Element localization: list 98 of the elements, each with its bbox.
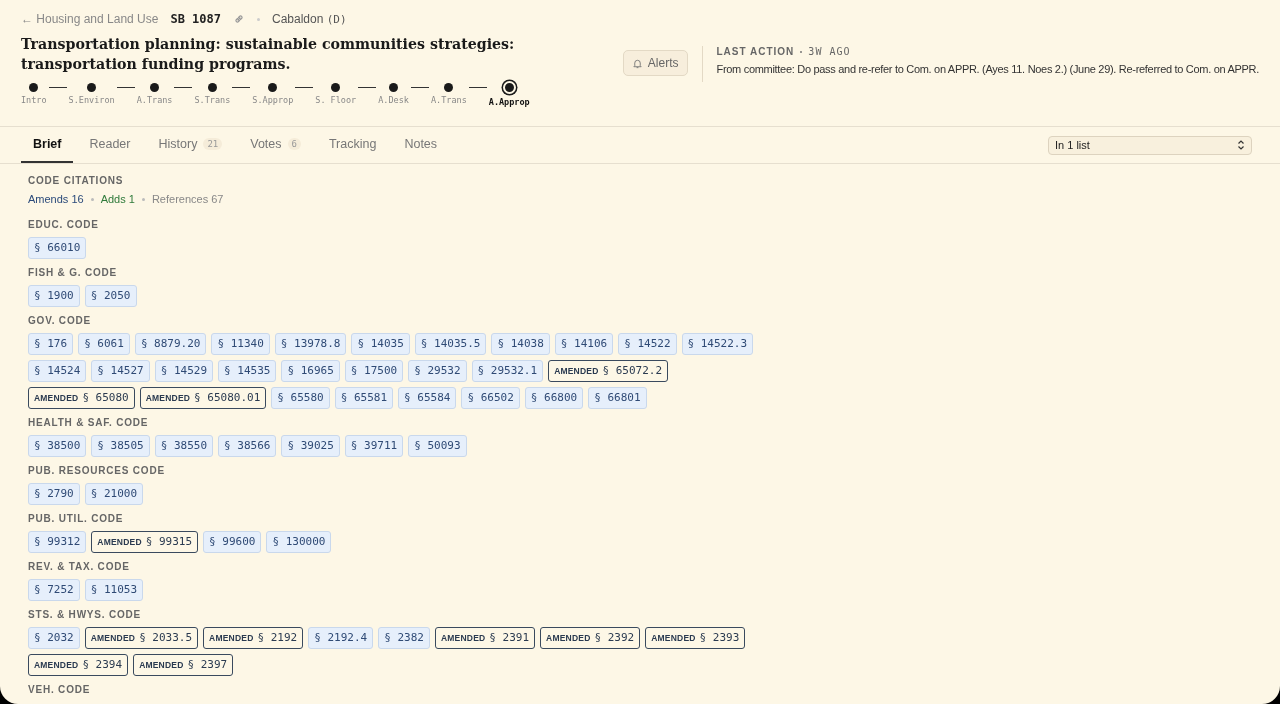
citation-count: References 67 xyxy=(151,193,224,205)
bill-title: Transportation planning: sustainable communities strategies: transportation funding programs. xyxy=(21,35,516,74)
citation-count: Adds 1 xyxy=(100,193,135,205)
section-chip[interactable]: § 130000 xyxy=(266,531,332,553)
section-chip[interactable]: § 99312 xyxy=(28,531,87,553)
code-heading: STS. & HWYS. CODE xyxy=(28,609,143,620)
section-chip[interactable]: § 65584 xyxy=(398,387,457,409)
tab[interactable]: Votes 6 xyxy=(238,127,313,163)
section-chip[interactable]: AMENDED § 2397 xyxy=(133,654,234,676)
section-chip[interactable]: AMENDED § 2391 xyxy=(434,627,536,649)
section-chip[interactable]: § 14527 xyxy=(91,360,150,382)
step-label: A.Trans xyxy=(430,95,467,105)
separator-dot xyxy=(257,17,260,21)
tab[interactable]: History 21 xyxy=(146,127,235,163)
tab[interactable]: Tracking xyxy=(316,127,389,163)
last-action-age: 3W AGO xyxy=(808,46,851,57)
section-chip[interactable]: § 1900 xyxy=(28,285,80,307)
section-chip[interactable]: AMENDED § 65080.01 xyxy=(139,387,267,409)
tab[interactable]: Notes xyxy=(392,127,450,163)
section-chip[interactable]: § 99600 xyxy=(203,531,262,553)
author-name: Cabaldon (D) xyxy=(272,12,347,26)
section-chip[interactable]: § 38500 xyxy=(28,435,87,457)
section-chip[interactable]: § 7252 xyxy=(28,579,80,601)
code-heading: PUB. UTIL. CODE xyxy=(28,513,125,524)
section-heading: CODE CITATIONS xyxy=(28,175,125,186)
section-chip[interactable]: § 2032 xyxy=(28,627,80,649)
section-chip[interactable]: § 14529 xyxy=(154,360,214,382)
section-chip[interactable]: § 65580 xyxy=(271,387,330,409)
section-chip[interactable]: § 2192.4 xyxy=(308,627,374,649)
section-chip[interactable]: § 2790 xyxy=(28,483,80,505)
section-chip[interactable]: § 66801 xyxy=(588,387,647,409)
step-label: S.Trans xyxy=(194,95,231,105)
section-chip[interactable]: AMENDED § 2393 xyxy=(645,627,746,649)
section-chip[interactable]: § 38550 xyxy=(154,435,214,457)
section-chip[interactable]: AMENDED § 99315 xyxy=(91,531,199,553)
section-chip[interactable]: AMENDED § 2394 xyxy=(28,654,129,676)
section-chip[interactable]: § 38566 xyxy=(218,435,277,457)
section-chip[interactable]: § 14035.5 xyxy=(414,333,487,355)
step-label: A.Trans xyxy=(136,95,173,105)
section-chip[interactable]: § 13978.8 xyxy=(274,333,347,355)
separator-dot xyxy=(90,197,94,201)
section-chip[interactable]: AMENDED § 2392 xyxy=(540,627,641,649)
step-label: A.Approp xyxy=(488,97,530,107)
step-label: Intro xyxy=(21,95,47,105)
code-heading: EDUC. CODE xyxy=(28,219,100,230)
section-chip[interactable]: § 50093 xyxy=(408,435,467,457)
bill-number: SB 1087 xyxy=(170,12,221,26)
section-chip[interactable]: § 66502 xyxy=(461,387,520,409)
section-chip[interactable]: § 8879.20 xyxy=(134,333,207,355)
step-label: S.Approp xyxy=(252,95,294,105)
last-action-text: From committee: Do pass and re-refer to Com. on APPR. (Ayes 11. Noes 2.) (June 29). Re-referred to Com. on APPR. xyxy=(716,63,1259,75)
citation-count: Amends 16 xyxy=(28,193,84,205)
section-chip[interactable]: § 11340 xyxy=(211,333,270,355)
link-icon[interactable] xyxy=(233,13,245,25)
section-chip[interactable]: AMENDED § 2033.5 xyxy=(84,627,199,649)
section-chip[interactable]: § 2050 xyxy=(84,285,137,307)
section-chip[interactable]: § 14522 xyxy=(618,333,677,355)
section-chip[interactable]: § 14524 xyxy=(28,360,87,382)
section-chip[interactable]: § 176 xyxy=(28,333,74,355)
bell-icon xyxy=(631,57,643,69)
section-chip[interactable]: AMENDED § 65080 xyxy=(28,387,135,409)
code-heading: REV. & TAX. CODE xyxy=(28,561,131,572)
code-heading: VEH. CODE xyxy=(28,684,92,695)
tab[interactable]: Reader xyxy=(77,127,143,163)
code-heading: HEALTH & SAF. CODE xyxy=(28,417,150,428)
list-select[interactable]: In 1 list xyxy=(1048,135,1252,155)
section-chip[interactable]: § 16965 xyxy=(281,360,340,382)
section-chip[interactable]: § 39711 xyxy=(344,435,404,457)
section-chip[interactable]: § 39025 xyxy=(281,435,340,457)
section-chip[interactable]: § 21000 xyxy=(84,483,144,505)
section-chip[interactable]: § 38505 xyxy=(91,435,150,457)
alerts-button[interactable]: Alerts xyxy=(622,50,688,76)
section-chip[interactable]: § 29532.1 xyxy=(471,360,544,382)
section-chip[interactable]: § 14035 xyxy=(351,333,410,355)
section-chip[interactable]: § 66010 xyxy=(28,237,87,259)
section-chip[interactable]: AMENDED § 2192 xyxy=(203,627,304,649)
tab[interactable]: Brief xyxy=(21,127,74,163)
section-chip[interactable]: § 6061 xyxy=(78,333,130,355)
section-chip[interactable]: § 66800 xyxy=(524,387,584,409)
section-chip[interactable]: AMENDED § 65072.2 xyxy=(548,360,669,382)
section-chip[interactable]: § 17500 xyxy=(344,360,404,382)
section-chip[interactable]: § 29532 xyxy=(408,360,467,382)
code-heading: FISH & G. CODE xyxy=(28,267,118,278)
section-chip[interactable]: § 14535 xyxy=(218,360,277,382)
step-label: A.Desk xyxy=(378,95,409,105)
code-heading: GOV. CODE xyxy=(28,315,92,326)
section-chip[interactable]: § 14038 xyxy=(491,333,550,355)
section-chip[interactable]: § 2382 xyxy=(378,627,430,649)
code-heading: PUB. RESOURCES CODE xyxy=(28,465,166,476)
last-action-label: LAST ACTION xyxy=(716,46,795,57)
chevron-updown-icon xyxy=(1237,140,1245,150)
separator-dot xyxy=(141,197,145,201)
step-label: S.Environ xyxy=(68,95,115,105)
section-chip[interactable]: § 14522.3 xyxy=(681,333,754,355)
section-chip[interactable]: § 14106 xyxy=(554,333,614,355)
section-chip[interactable]: § 65581 xyxy=(334,387,394,409)
section-chip[interactable]: § 11053 xyxy=(84,579,144,601)
step-label: S. Floor xyxy=(315,95,357,105)
